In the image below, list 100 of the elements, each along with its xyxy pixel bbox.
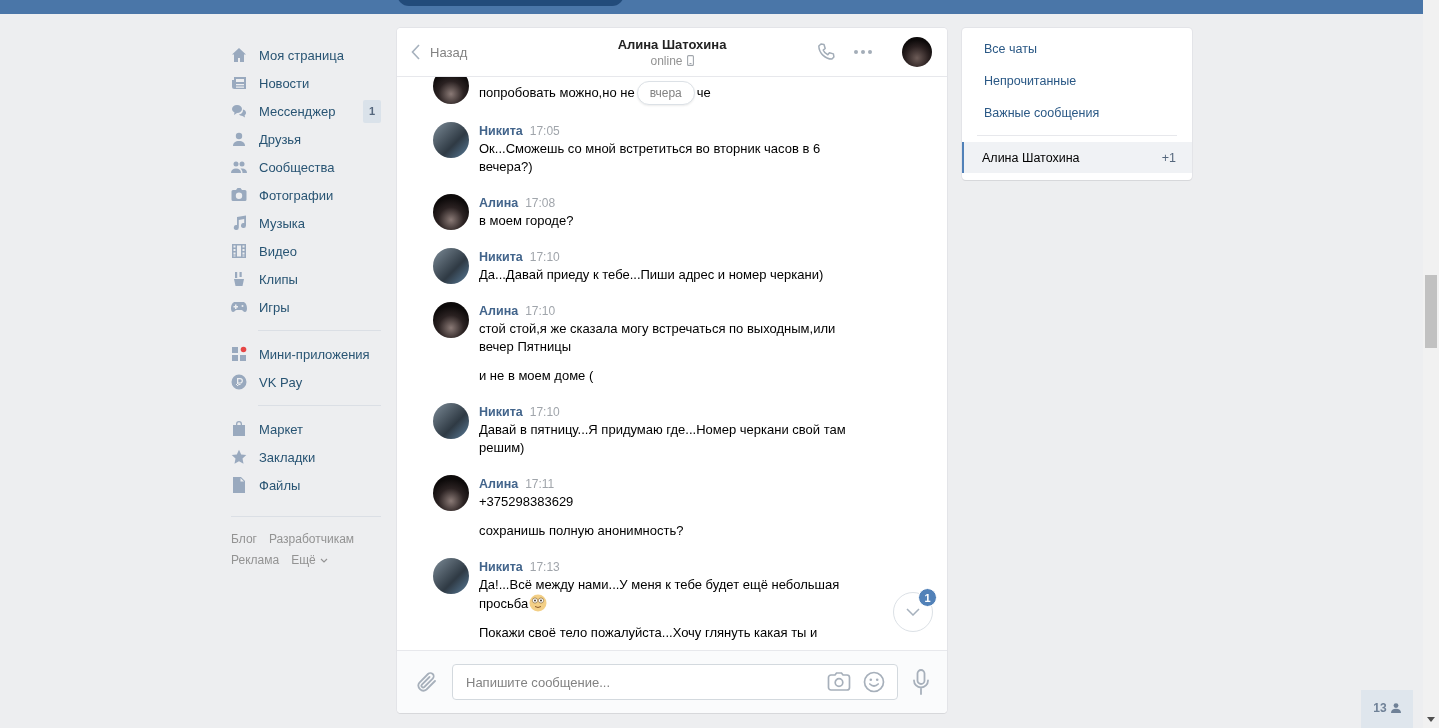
nav-item[interactable]: Сообщества: [231, 153, 381, 181]
chat-bubbles-icon: [231, 103, 247, 119]
nav-item[interactable]: Маркет: [231, 415, 381, 443]
message-text: сохранишь полную анонимность?: [479, 522, 684, 540]
author-link[interactable]: Алина: [479, 194, 519, 212]
people-icon: [231, 159, 247, 175]
avatar[interactable]: [433, 302, 469, 338]
mobile-phone-icon: [686, 55, 694, 66]
message-text: Ок...Сможешь со мной встретиться во вторник часов в 6 вечера?): [479, 140, 822, 176]
nav-item[interactable]: Фотографии: [231, 181, 381, 209]
chat-name: Алина Шатохина: [982, 150, 1080, 165]
person-icon: [231, 131, 247, 147]
author-link[interactable]: Никита: [479, 403, 523, 421]
paperclip-icon[interactable]: [416, 670, 438, 694]
nav-item[interactable]: Игры: [231, 293, 381, 321]
date-label: вчера: [636, 81, 695, 105]
message-text: Да...Давай приеду к тебе...Пиши адрес и номер черкани): [479, 266, 824, 284]
newspaper-icon: [231, 75, 247, 91]
nav-item[interactable]: Мессенджер 1: [231, 97, 381, 125]
message-text: в моем городе?: [479, 212, 574, 230]
back-button[interactable]: Назад: [411, 44, 468, 60]
ruble-coin-icon: [231, 374, 247, 390]
scroll-down-button[interactable]: [893, 592, 933, 632]
chevron-down-icon: [906, 608, 920, 616]
avatar[interactable]: [433, 77, 469, 104]
message-text: попробовать можно,но не: [479, 84, 635, 102]
music-note-icon: [231, 215, 247, 231]
nav-label: Клипы: [259, 271, 298, 287]
filter-item[interactable]: Все чаты: [962, 33, 1192, 65]
bag-icon: [231, 421, 247, 437]
message-time: 17:10: [529, 404, 560, 421]
more-dots-icon[interactable]: [854, 50, 872, 54]
avatar[interactable]: [902, 37, 932, 67]
filter-item[interactable]: Непрочитанные: [962, 65, 1192, 97]
nav-label: Видео: [259, 243, 297, 259]
message-text: че: [696, 84, 711, 102]
nav-label: Музыка: [259, 215, 305, 231]
chat-list-item[interactable]: Алина Шатохина +1: [962, 142, 1192, 173]
avatar[interactable]: [433, 558, 469, 594]
nav-item[interactable]: Клипы: [231, 265, 381, 293]
author-link[interactable]: Никита: [479, 248, 523, 266]
film-icon: [231, 243, 247, 259]
unread-badge: 1: [918, 588, 937, 607]
nav-item[interactable]: Закладки: [231, 443, 381, 471]
message-text: Покажи своё тело пожалуйста...Хочу глянуть какая ты и: [479, 624, 819, 642]
caret-icon: [319, 558, 328, 563]
nav-item[interactable]: Моя страница: [231, 41, 381, 69]
message-time: 17:10: [525, 303, 556, 320]
chat-title: Алина Шатохина: [617, 35, 727, 53]
star-icon: [231, 449, 247, 465]
nav-label: Фотографии: [259, 187, 334, 203]
message-time: 17:08: [525, 195, 556, 212]
nav-item[interactable]: Новости: [231, 69, 381, 97]
message-text: и не в моем доме (: [479, 367, 595, 385]
message-field[interactable]: Напишите сообщение...: [452, 664, 898, 700]
unread-count: +1: [1161, 150, 1176, 165]
avatar[interactable]: [433, 194, 469, 230]
nav-item[interactable]: Музыка: [231, 209, 381, 237]
message-time: 17:10: [529, 249, 560, 266]
message-text: +375298383629: [479, 493, 575, 511]
nav-item[interactable]: Друзья: [231, 125, 381, 153]
author-link[interactable]: Никита: [479, 558, 523, 576]
face-emoji-icon: [529, 594, 548, 612]
gamepad-icon: [231, 299, 247, 315]
online-status: online: [650, 52, 683, 69]
nav-label: Мессенджер: [259, 103, 336, 119]
nav-label: Игры: [259, 299, 290, 315]
nav-item[interactable]: Мини-приложения: [231, 340, 381, 368]
avatar[interactable]: [433, 403, 469, 439]
avatar[interactable]: [433, 122, 469, 158]
clip-icon: [231, 271, 247, 287]
avatar[interactable]: [433, 475, 469, 511]
scroll-down-arrow-icon[interactable]: [1427, 717, 1435, 722]
nav-item[interactable]: Видео: [231, 237, 381, 265]
author-link[interactable]: Алина: [479, 475, 519, 493]
person-icon: [1390, 703, 1401, 713]
message-time: 17:05: [529, 123, 560, 140]
nav-label: Файлы: [259, 477, 301, 493]
nav-item[interactable]: Файлы: [231, 471, 381, 499]
home-icon: [231, 47, 247, 63]
nav-label: Моя страница: [259, 47, 344, 63]
nav-label: Новости: [259, 75, 310, 91]
nav-label: Друзья: [259, 131, 302, 147]
author-link[interactable]: Никита: [479, 122, 523, 140]
scrollbar-thumb[interactable]: [1425, 275, 1437, 348]
camera-icon: [231, 187, 247, 203]
avatar[interactable]: [433, 248, 469, 284]
document-icon: [231, 477, 247, 493]
message-time: 17:13: [529, 559, 560, 576]
chevron-left-icon: [411, 44, 420, 60]
nav-item[interactable]: VK Pay: [231, 368, 381, 396]
message-text: Да!...Всё между нами...У меня к тебе будет ещё небольшая просьба: [479, 576, 841, 613]
nav-label: Маркет: [259, 421, 304, 437]
author-link[interactable]: Алина: [479, 302, 519, 320]
filter-item[interactable]: Важные сообщения: [962, 97, 1192, 129]
nav-label: VK Pay: [259, 374, 303, 390]
counter-badge: 1: [362, 99, 381, 123]
message-input[interactable]: Напишите сообщение...: [466, 674, 815, 690]
nav-label: Сообщества: [259, 159, 335, 175]
message-text: Давай в пятницу...Я придумаю где...Номер черкани свой там решим): [479, 421, 847, 457]
